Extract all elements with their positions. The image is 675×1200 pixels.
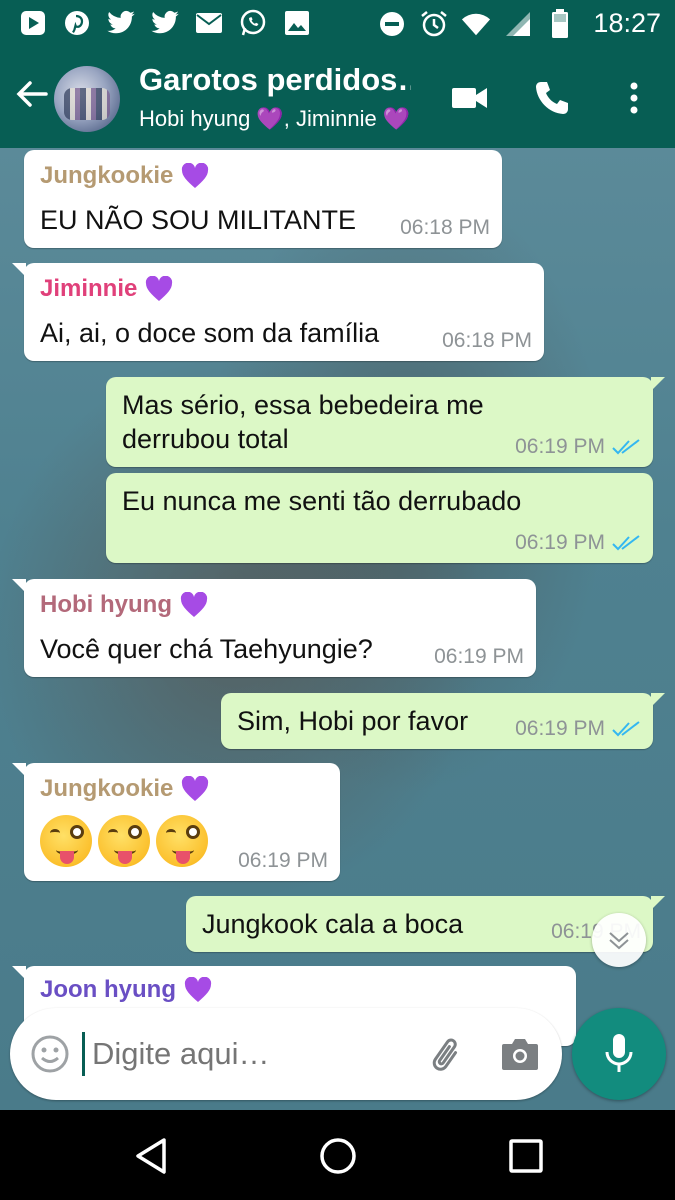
play-store-icon xyxy=(18,8,48,38)
do-not-disturb-icon xyxy=(377,9,407,39)
twitter-icon xyxy=(106,8,136,38)
whatsapp-icon xyxy=(238,8,268,38)
message-incoming[interactable]: Jiminnie Ai, ai, o doce som da família 0… xyxy=(12,263,544,361)
twitter-icon xyxy=(150,8,180,38)
emoji-message xyxy=(40,815,208,867)
double-check-icon xyxy=(612,535,640,551)
sender-name: Jungkookie xyxy=(40,162,209,190)
emoji-icon[interactable] xyxy=(30,1034,70,1074)
signal-icon xyxy=(503,9,533,39)
message-composer xyxy=(10,1008,562,1100)
recents-nav-icon[interactable] xyxy=(504,1134,548,1178)
purple-heart-icon xyxy=(184,977,212,1002)
message-time: 06:18 PM xyxy=(442,329,532,352)
message-text-line: derrubou total xyxy=(122,424,289,454)
message-outgoing[interactable]: Sim, Hobi por favor 06:19 PM xyxy=(221,693,665,749)
message-time: 06:19 PM xyxy=(238,849,328,872)
purple-heart-icon xyxy=(182,163,209,188)
message-incoming[interactable]: Jungkookie EU NÃO SOU MILITANTE 06:18 PM xyxy=(24,150,502,248)
message-input[interactable] xyxy=(92,1036,412,1072)
purple-heart-icon xyxy=(182,776,209,801)
voice-message-button[interactable] xyxy=(572,1008,666,1100)
group-title[interactable]: Garotos perdidos… xyxy=(139,62,411,98)
wifi-icon xyxy=(461,9,491,39)
chat-header: Garotos perdidos… Hobi hyung 💜, Jiminnie… xyxy=(0,46,675,148)
sender-name: Jungkookie xyxy=(40,775,209,803)
image-icon xyxy=(282,8,312,38)
message-time: 06:19 PM xyxy=(434,645,524,668)
message-text: Você quer chá Taehyungie? xyxy=(40,634,373,664)
pinterest-icon xyxy=(62,8,92,38)
message-outgoing[interactable]: Jungkook cala a boca 06:19 PM xyxy=(186,896,665,952)
message-time: 06:18 PM xyxy=(400,216,490,239)
message-text: Jungkook cala a boca xyxy=(202,909,464,939)
message-outgoing[interactable]: Mas sério, essa bebedeira me derrubou to… xyxy=(106,377,665,467)
scroll-to-bottom-button[interactable] xyxy=(592,913,646,967)
purple-heart-icon xyxy=(146,276,173,301)
message-time: 06:19 PM xyxy=(515,717,641,741)
phone-call-icon[interactable] xyxy=(532,78,572,118)
mail-icon xyxy=(194,8,224,38)
status-bar: 18:27 xyxy=(0,0,675,46)
message-outgoing[interactable]: Eu nunca me senti tão derrubado 06:19 PM xyxy=(106,473,653,563)
message-incoming[interactable]: Jungkookie 06:19 PM xyxy=(12,763,340,881)
paperclip-icon[interactable] xyxy=(426,1034,470,1078)
back-nav-icon[interactable] xyxy=(130,1134,174,1178)
text-cursor xyxy=(82,1032,85,1076)
winking-face-with-tongue-icon xyxy=(98,815,150,867)
message-time: 06:19 PM xyxy=(515,435,641,459)
camera-icon[interactable] xyxy=(500,1036,540,1072)
video-call-icon[interactable] xyxy=(450,78,490,118)
message-incoming[interactable]: Hobi hyung Você quer chá Taehyungie? 06:… xyxy=(12,579,536,677)
sender-name: Jiminnie xyxy=(40,275,173,303)
sender-name: Joon hyung xyxy=(40,976,212,1004)
clock: 18:27 xyxy=(593,8,661,38)
more-options-icon[interactable] xyxy=(614,78,654,118)
message-time: 06:19 PM xyxy=(515,531,641,555)
sender-name: Hobi hyung xyxy=(40,591,208,619)
winking-face-with-tongue-icon xyxy=(40,815,92,867)
home-nav-icon[interactable] xyxy=(316,1134,360,1178)
chevron-double-down-icon xyxy=(609,932,629,950)
battery-icon xyxy=(545,8,575,39)
microphone-icon xyxy=(605,1034,633,1072)
message-text-line: Mas sério, essa bebedeira me xyxy=(122,390,484,420)
group-avatar[interactable] xyxy=(54,66,120,132)
purple-heart-icon xyxy=(180,592,208,617)
message-text: Ai, ai, o doce som da família xyxy=(40,318,380,348)
winking-face-with-tongue-icon xyxy=(156,815,208,867)
back-arrow-icon[interactable] xyxy=(14,76,50,112)
message-text: Sim, Hobi por favor xyxy=(237,706,469,736)
chat-messages[interactable]: Jungkookie EU NÃO SOU MILITANTE 06:18 PM… xyxy=(0,148,675,1110)
double-check-icon xyxy=(612,721,640,737)
group-members-subtitle[interactable]: Hobi hyung 💜, Jiminnie 💜 xyxy=(139,106,410,132)
double-check-icon xyxy=(612,439,640,455)
message-text: EU NÃO SOU MILITANTE xyxy=(40,205,357,235)
navigation-bar xyxy=(0,1110,675,1200)
message-text: Eu nunca me senti tão derrubado xyxy=(122,486,522,516)
alarm-icon xyxy=(419,9,449,39)
